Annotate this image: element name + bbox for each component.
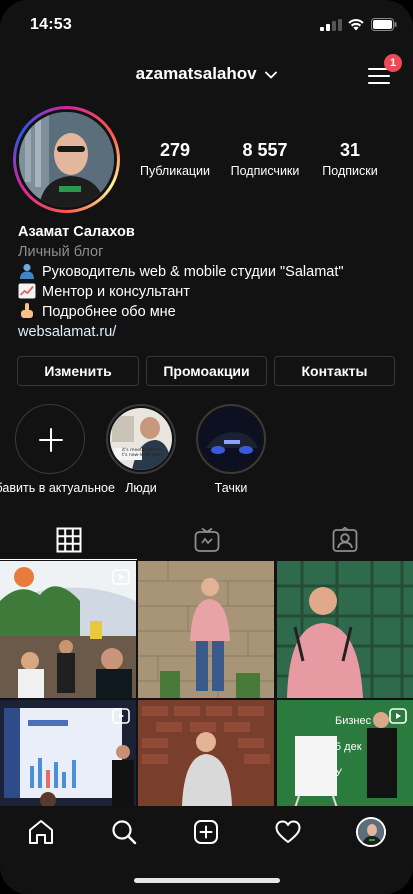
grid-icon [56,527,81,553]
tab-tagged[interactable] [276,520,413,560]
add-post-icon[interactable] [192,818,220,846]
highlight-cover [196,404,266,474]
person-emoji-icon [20,263,34,279]
cellular-signal-icon [320,19,342,31]
stat-followers[interactable]: 8 557 Подписчики [220,140,310,178]
notification-badge: 1 [384,54,402,72]
profile-photo [19,112,114,207]
highlight-new[interactable]: Добавить в актуальное [0,404,115,495]
igtv-icon [194,527,219,552]
bio-mentor: Ментор и консультант [42,284,190,300]
post-image [138,561,274,698]
highlight-cover-image [200,408,262,470]
active-tab-indicator [0,559,137,560]
video-icon [112,708,130,724]
bio-line: Ментор и консультант [18,282,398,302]
home-icon[interactable] [27,818,55,846]
highlight-cover: it's meetmerrrrirh t's new-level gam [106,404,176,474]
heart-icon[interactable] [274,818,302,846]
highlight-cars[interactable]: Тачки [196,404,266,495]
profile-name: Азамат Салахов [18,224,135,240]
stat-value: 279 [159,140,191,160]
tagged-icon [332,527,357,552]
video-icon [389,708,407,724]
post-thumbnail[interactable] [0,700,136,806]
stat-label: Подписки [322,164,378,178]
posts-grid: Бизнес 5 дек У [0,561,413,806]
stat-value: 31 [339,140,361,160]
post-thumbnail[interactable] [138,561,274,698]
bio-more: Подробнее обо мне [42,304,176,320]
profile-actions: Изменить Промоакции Контакты [17,356,397,386]
highlight-label: Тачки [214,481,248,495]
highlight-cover-text: it's meetmerrrrirh t's new-level gam [122,448,162,458]
profile-avatar-story-ring[interactable] [13,106,120,213]
chart-up-emoji-icon [18,283,36,299]
post-thumbnail[interactable] [0,561,136,698]
post-image [277,561,413,698]
bio-role: Руководитель web & mobile студии "Salama… [42,264,344,280]
bio-line: Руководитель web & mobile студии "Salama… [18,262,398,282]
highlight-cover-image [110,408,172,470]
profile-avatar[interactable] [356,817,386,847]
bottom-nav [0,806,413,866]
stat-value: 8 557 [242,140,288,160]
profile-stats: 279 Публикации 8 557 Подписчики 31 Подпи… [130,140,400,190]
stat-following[interactable]: 31 Подписки [310,140,390,178]
bio-line: Подробнее обо мне [18,302,398,322]
wifi-icon [348,19,364,31]
profile-tabs [0,520,413,560]
post-overlay-text: Бизнес 5 дек У [335,715,372,779]
instagram-profile-screen: 14:53 azamatsalahov 1 279 Публикации 8 5… [0,0,413,894]
pointing-down-emoji-icon [21,303,33,318]
post-thumbnail[interactable] [277,561,413,698]
highlight-label: Люди [125,481,157,495]
highlight-new-circle [15,404,85,474]
menu-line [368,75,390,77]
profile-category: Личный блог [18,244,104,260]
chevron-down-icon [265,71,278,79]
status-bar: 14:53 [0,0,413,48]
search-icon[interactable] [110,818,138,846]
stat-label: Подписчики [230,164,300,178]
menu-line [368,82,390,84]
profile-header: azamatsalahov 1 [0,54,413,90]
edit-profile-button[interactable]: Изменить [17,356,139,386]
highlight-label: Добавить в актуальное [0,481,115,495]
profile-photo-illustration [19,112,114,207]
stat-label: Публикации [139,164,211,178]
tab-igtv[interactable] [138,520,275,560]
tab-posts-grid[interactable] [0,520,137,560]
video-icon [112,569,130,585]
promotions-button[interactable]: Промоакции [146,356,267,386]
profile-bio: Азамат Салахов Личный блог Руководитель … [18,222,398,342]
post-image [138,700,274,806]
contacts-button[interactable]: Контакты [274,356,395,386]
username-label: azamatsalahov [135,64,257,83]
post-thumbnail[interactable] [138,700,274,806]
stat-posts[interactable]: 279 Публикации [130,140,220,178]
plus-icon [39,428,63,452]
account-switcher[interactable]: azamatsalahov [0,64,413,84]
profile-website-link[interactable]: websalamat.ru/ [18,322,398,342]
status-time: 14:53 [30,16,72,33]
post-thumbnail[interactable]: Бизнес 5 дек У [277,700,413,806]
profile-avatar-image [358,819,384,845]
home-indicator [134,878,280,883]
battery-icon [371,18,397,31]
highlight-people[interactable]: it's meetmerrrrirh t's new-level gam Люд… [106,404,176,495]
